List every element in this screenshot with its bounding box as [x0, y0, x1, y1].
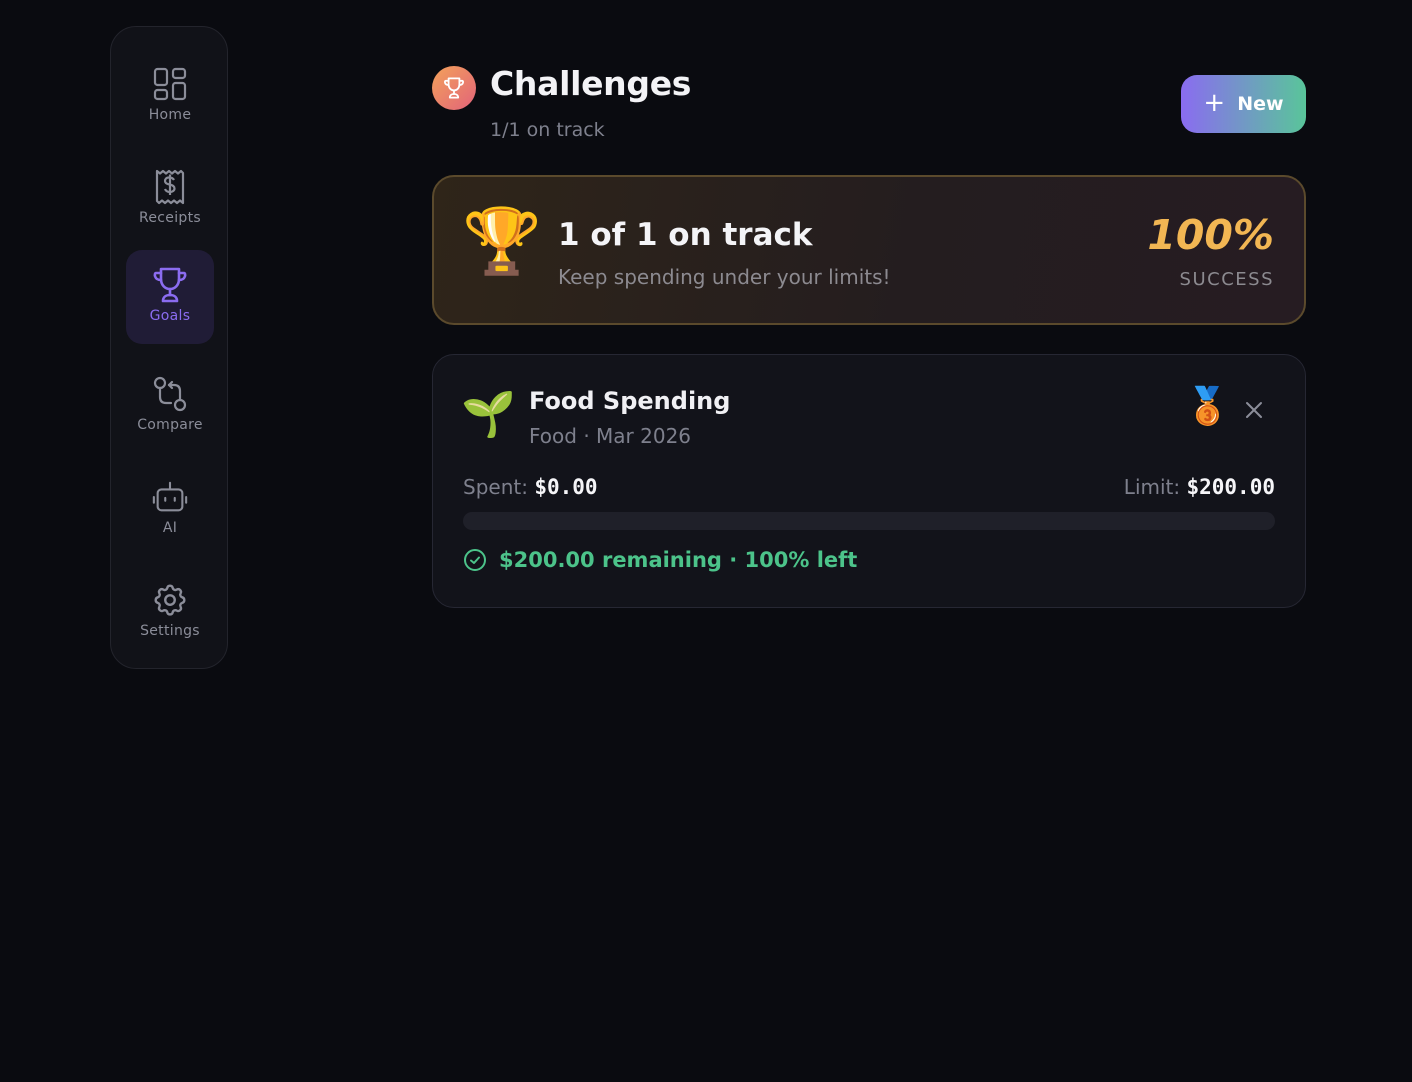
trophy-icon	[151, 266, 189, 304]
seedling-icon: 🌱	[461, 389, 516, 440]
limit-amount: Limit: $200.00	[1124, 475, 1275, 499]
sidebar-item-home[interactable]: Home	[126, 49, 214, 143]
check-circle-icon	[464, 549, 486, 571]
spent-value: $0.00	[534, 475, 598, 499]
sidebar-item-goals[interactable]: Goals	[126, 250, 214, 344]
success-label: SUCCESS	[1179, 269, 1274, 290]
success-percentage: 100%	[1147, 211, 1274, 259]
sidebar-item-compare[interactable]: Compare	[126, 359, 214, 453]
sidebar-item-label: Receipts	[139, 210, 201, 226]
home-grid-icon	[151, 65, 189, 103]
sidebar-item-label: Home	[148, 107, 192, 123]
page-subtitle: 1/1 on track	[490, 119, 605, 141]
sidebar-item-label: Goals	[149, 308, 191, 324]
challenge-meta: Food · Mar 2026	[529, 424, 692, 448]
sidebar-item-label: AI	[162, 520, 178, 536]
sidebar-item-receipts[interactable]: Receipts	[126, 152, 214, 246]
sidebar-item-label: Compare	[137, 417, 203, 433]
spending-progress-bar	[463, 512, 1275, 530]
sidebar-item-settings[interactable]: Settings	[126, 565, 214, 659]
compare-icon	[151, 375, 189, 413]
plus-icon: +	[1203, 87, 1226, 118]
receipt-dollar-icon	[151, 168, 189, 206]
summary-subtext: Keep spending under your limits!	[558, 265, 891, 289]
trophy-icon: 🏆	[462, 205, 542, 279]
challenge-name: Food Spending	[529, 387, 731, 415]
remaining-text: $200.00 remaining · 100% left	[499, 548, 858, 572]
summary-heading: 1 of 1 on track	[558, 217, 813, 253]
gear-icon	[151, 581, 189, 619]
delete-challenge-button[interactable]	[1239, 395, 1269, 425]
summary-card: 🏆 1 of 1 on track Keep spending under yo…	[432, 175, 1306, 325]
spent-amount: Spent: $0.00	[463, 475, 598, 499]
challenge-card: 🌱 Food Spending Food · Mar 2026 🥉 Spent:…	[432, 354, 1306, 608]
new-challenge-button[interactable]: + New	[1181, 75, 1306, 133]
sidebar: Home Receipts Goals Compare AI Settings	[110, 26, 228, 669]
remaining-status: $200.00 remaining · 100% left	[463, 548, 857, 572]
sidebar-item-label: Settings	[140, 623, 200, 639]
robot-icon	[151, 478, 189, 516]
challenges-trophy-icon	[432, 66, 476, 110]
limit-value: $200.00	[1186, 475, 1275, 499]
new-button-label: New	[1237, 93, 1284, 115]
spent-label: Spent:	[463, 475, 528, 499]
close-icon	[1246, 402, 1262, 418]
page-title: Challenges	[490, 64, 692, 103]
bronze-medal-icon: 🥉	[1185, 386, 1230, 427]
limit-label: Limit:	[1123, 475, 1181, 499]
sidebar-item-ai[interactable]: AI	[126, 462, 214, 556]
